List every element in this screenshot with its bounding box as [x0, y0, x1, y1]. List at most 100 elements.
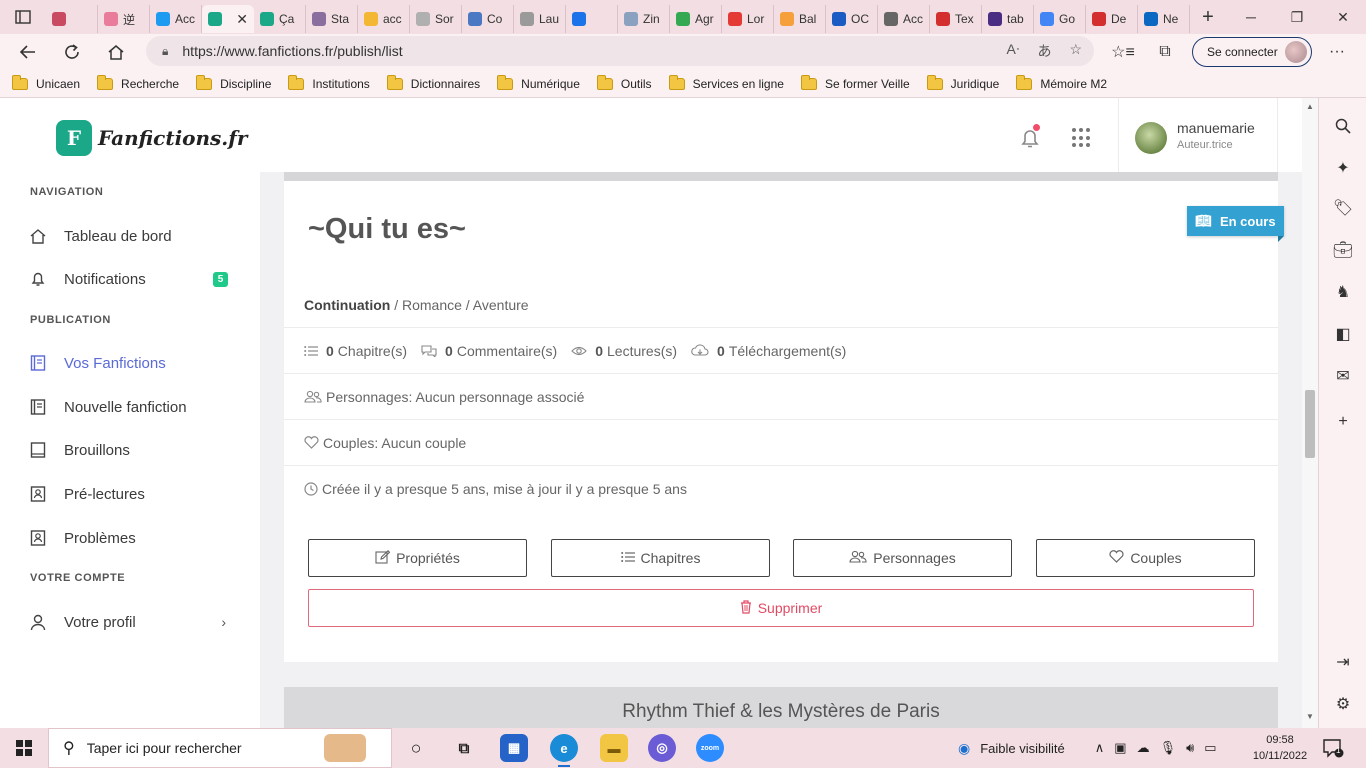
task-view-icon[interactable]: ⧉	[450, 734, 478, 762]
apps-grid-icon[interactable]	[1072, 128, 1092, 148]
bookmark-folder[interactable]: Juridique	[926, 74, 999, 91]
outlook-icon[interactable]: ✉	[1331, 364, 1355, 388]
close-tab-icon[interactable]: ✕	[236, 11, 248, 28]
url-field[interactable]: 🔒︎ https://www.fanfictions.fr/publish/li…	[146, 36, 1094, 66]
bookmark-folder[interactable]: Services en ligne	[668, 74, 784, 91]
file-explorer-icon[interactable]: ▬	[600, 734, 628, 762]
start-windows-icon[interactable]	[8, 736, 40, 760]
browser-tab[interactable]: Sta	[306, 5, 358, 33]
browser-tab[interactable]: Acc	[150, 5, 202, 33]
zoom-app-icon[interactable]: zoom	[696, 734, 724, 762]
bookmark-folder[interactable]: Outils	[596, 74, 652, 91]
more-options-icon[interactable]: ···	[1322, 38, 1352, 66]
notifications-bell-button[interactable]	[1018, 124, 1042, 150]
scroll-up-arrow-icon[interactable]: ▲	[1306, 102, 1314, 111]
sidebar-toggle-icon[interactable]: ⇥	[1331, 650, 1355, 674]
browser-tab[interactable]: De	[1086, 5, 1138, 33]
next-fanfic-title[interactable]: Rhythm Thief & les Mystères de Paris	[284, 701, 1278, 723]
add-icon[interactable]: +	[1331, 410, 1355, 434]
minimize-button[interactable]: ─	[1228, 0, 1274, 34]
browser-tab[interactable]: Lor	[722, 5, 774, 33]
search-icon[interactable]	[1331, 114, 1355, 138]
sidebar-item-dashboard[interactable]: Tableau de bord	[28, 222, 238, 250]
browser-tab[interactable]: tab	[982, 5, 1034, 33]
browser-tab[interactable]	[566, 5, 618, 33]
browser-tab[interactable]: acc	[358, 5, 410, 33]
meet-now-icon[interactable]: ▣	[1114, 740, 1126, 756]
sidebar-item-notifications[interactable]: Notifications 5	[28, 265, 238, 293]
user-menu[interactable]: manuemarie Auteur.trice	[1118, 98, 1278, 172]
bookmark-folder[interactable]: Institutions	[288, 74, 370, 91]
weather-eye-icon[interactable]: ◉	[958, 740, 970, 757]
games-icon[interactable]: ♞	[1331, 280, 1355, 304]
tab-actions-button[interactable]	[0, 0, 46, 34]
chapters-button[interactable]: Chapitres	[551, 539, 770, 577]
cortana-circle-icon[interactable]: ○	[402, 734, 430, 762]
browser-tab[interactable]: Ne	[1138, 5, 1190, 33]
characters-button[interactable]: Personnages	[793, 539, 1012, 577]
browser-tab[interactable]: Ça	[254, 5, 306, 33]
browser-tab[interactable]: OC	[826, 5, 878, 33]
collections-icon[interactable]: ⧉	[1150, 38, 1180, 66]
bookmark-folder[interactable]: Mémoire M2	[1016, 74, 1107, 91]
search-highlight-icon[interactable]	[324, 734, 366, 762]
browser-tab[interactable]: Co	[462, 5, 514, 33]
browser-tab[interactable]	[46, 5, 98, 33]
microphone-icon[interactable]: 🎙︎	[1160, 740, 1177, 756]
tools-briefcase-icon[interactable]: 💼︎	[1331, 238, 1355, 262]
new-tab-button[interactable]: +	[1190, 6, 1226, 29]
site-logo[interactable]: F Fanfictions.fr	[56, 120, 247, 156]
browser-tab[interactable]: Go	[1034, 5, 1086, 33]
chevron-up-icon[interactable]: ∧	[1095, 740, 1105, 756]
sidebar-item-profile[interactable]: Votre profil ›	[28, 608, 238, 636]
refresh-button[interactable]	[52, 36, 92, 68]
browser-tab[interactable]: Lau	[514, 5, 566, 33]
page-scrollbar[interactable]: ▲ ▼	[1302, 98, 1318, 728]
couples-button[interactable]: Couples	[1036, 539, 1255, 577]
bookmark-folder[interactable]: Numérique	[497, 74, 580, 91]
sidebar-item-prereads[interactable]: Pré-lectures	[28, 480, 238, 508]
discover-sparkle-icon[interactable]: ✦	[1331, 156, 1355, 180]
scrollbar-thumb[interactable]	[1305, 390, 1315, 458]
bookmark-folder[interactable]: Unicaen	[12, 74, 80, 91]
scroll-down-arrow-icon[interactable]: ▼	[1306, 712, 1314, 721]
shopping-tag-icon[interactable]: 🏷︎	[1331, 196, 1355, 220]
sidebar-item-problems[interactable]: Problèmes	[28, 524, 238, 552]
bookmark-folder[interactable]: Recherche	[97, 74, 179, 91]
browser-tab[interactable]: Tex	[930, 5, 982, 33]
browser-tab[interactable]: ✕	[202, 5, 254, 33]
delete-button[interactable]: Supprimer	[308, 589, 1254, 627]
favorite-star-icon[interactable]: ☆	[1069, 41, 1082, 61]
read-aloud-icon[interactable]: Aᐧ	[1007, 41, 1020, 61]
favorites-icon[interactable]: ☆≡	[1108, 38, 1138, 66]
home-button[interactable]	[96, 36, 136, 68]
onedrive-cloud-icon[interactable]: ☁	[1137, 740, 1150, 756]
browser-tab[interactable]: 逆	[98, 5, 150, 33]
sidebar-item-my-fanfics[interactable]: Vos Fanfictions	[28, 349, 238, 377]
office-icon[interactable]: ◧	[1331, 322, 1355, 346]
translate-icon[interactable]: あ	[1037, 41, 1051, 61]
battery-icon[interactable]: ▭	[1204, 740, 1216, 756]
notification-center-icon[interactable]: 1	[1322, 738, 1344, 758]
bookmark-folder[interactable]: Dictionnaires	[386, 74, 480, 91]
browser-tab[interactable]: Acc	[878, 5, 930, 33]
clock[interactable]: 09:58 10/11/2022	[1248, 732, 1312, 764]
bookmark-folder[interactable]: Se former Veille	[800, 74, 910, 91]
settings-gear-icon[interactable]: ⚙	[1331, 692, 1355, 716]
browser-tab[interactable]: Agr	[670, 5, 722, 33]
sidebar-item-new-fanfic[interactable]: Nouvelle fanfiction	[28, 393, 238, 421]
back-button[interactable]	[8, 36, 48, 68]
volume-icon[interactable]: 🔊︎	[1186, 740, 1194, 756]
bookmark-folder[interactable]: Discipline	[196, 74, 271, 91]
properties-button[interactable]: Propriétés	[308, 539, 527, 577]
fanfic-title[interactable]: ~Qui tu es~	[308, 213, 466, 246]
browser-tab[interactable]: Bal	[774, 5, 826, 33]
store-icon[interactable]: ▦	[500, 734, 528, 762]
edge-browser-icon[interactable]: e	[550, 734, 578, 767]
weather-label[interactable]: Faible visibilité	[980, 741, 1065, 756]
browser-tab[interactable]: Zin	[618, 5, 670, 33]
sidebar-item-drafts[interactable]: Brouillons	[28, 436, 238, 464]
sign-in-button[interactable]: Se connecter	[1192, 37, 1312, 67]
browser-tab[interactable]: Sor	[410, 5, 462, 33]
close-window-button[interactable]: ✕	[1320, 0, 1366, 34]
